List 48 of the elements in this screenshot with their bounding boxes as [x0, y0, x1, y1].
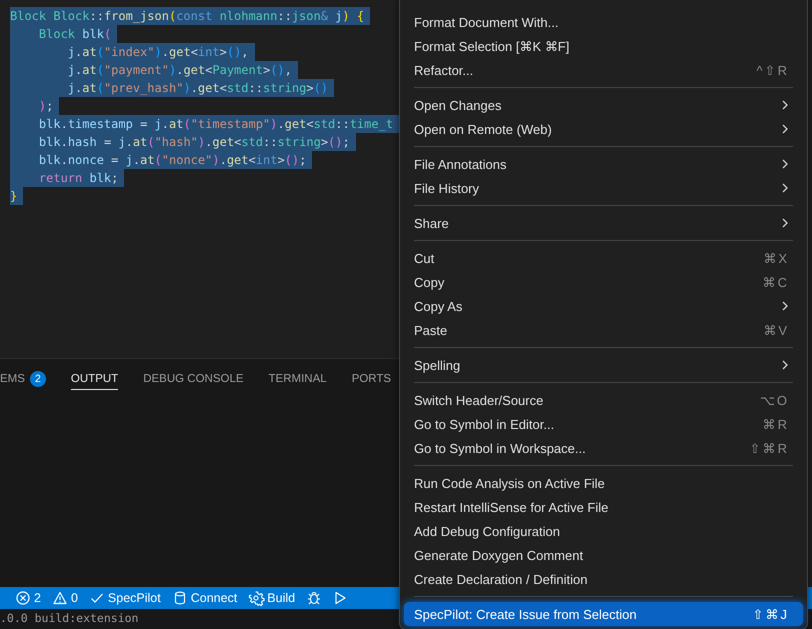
status-item[interactable]: SpecPilot: [108, 591, 161, 605]
status-item[interactable]: Build: [267, 591, 296, 605]
chevron-icon: [781, 217, 789, 229]
panel-tab[interactable]: OUTPUT: [70, 368, 118, 390]
error-icon[interactable]: [16, 591, 30, 605]
panel-tab[interactable]: EMS: [0, 368, 25, 390]
menu-item[interactable]: Cut ⌘X: [404, 246, 803, 270]
panel-tab[interactable]: PORTS: [352, 368, 392, 390]
menu-item[interactable]: Generate Doxygen Comment: [404, 543, 803, 567]
menu-item[interactable]: Go to Symbol in Editor... ⌘R: [404, 412, 803, 436]
menu-item[interactable]: Share: [404, 211, 803, 235]
menu-item[interactable]: Paste ⌘V: [404, 318, 803, 342]
panel-tab[interactable]: DEBUG CONSOLE: [143, 368, 244, 390]
menu-item[interactable]: Copy As: [404, 294, 803, 318]
menu-item[interactable]: Run Code Analysis on Active File: [404, 471, 803, 495]
menu-item[interactable]: File History: [404, 176, 803, 200]
chevron-icon: [781, 300, 789, 312]
play-icon[interactable]: [333, 591, 348, 605]
settings-icon[interactable]: [249, 591, 264, 605]
menu-item[interactable]: Copy ⌘C: [404, 270, 803, 294]
menu-item[interactable]: SpecPilot: Create Issue from Selection ⇧⌘J: [404, 602, 803, 626]
count-badge: 2: [30, 371, 46, 387]
chevron-icon: [781, 158, 789, 170]
status-item[interactable]: Connect: [190, 591, 238, 605]
chevron-icon: [781, 359, 789, 371]
chevron-icon: [781, 123, 789, 135]
menu-item[interactable]: Format Selection [⌘K ⌘F]: [404, 34, 803, 58]
menu-item[interactable]: File Annotations: [404, 152, 803, 176]
menu-item[interactable]: Spelling: [404, 353, 803, 377]
menu-item[interactable]: Restart IntelliSense for Active File: [404, 495, 803, 519]
check-icon[interactable]: [90, 591, 104, 605]
menu-item[interactable]: Go to Symbol in Workspace... ⇧⌘R: [404, 436, 803, 460]
status-item[interactable]: 0: [70, 591, 78, 605]
terminal-line: .0.0 build:extension: [0, 611, 138, 625]
menu-item[interactable]: Switch Header/Source ⌥O: [404, 388, 803, 412]
database-icon[interactable]: [172, 591, 187, 605]
warning-icon[interactable]: [52, 591, 67, 605]
menu-item[interactable]: Refactor... ^⇧R: [404, 58, 803, 82]
menu-item[interactable]: Add Debug Configuration: [404, 519, 803, 543]
menu-item[interactable]: Create Declaration / Definition: [404, 567, 803, 591]
panel-tab[interactable]: TERMINAL: [268, 368, 327, 390]
bug-icon[interactable]: [307, 591, 322, 605]
chevron-icon: [781, 99, 789, 111]
menu-item[interactable]: Open on Remote (Web): [404, 117, 803, 141]
status-item[interactable]: 2: [34, 591, 41, 605]
chevron-icon: [781, 182, 789, 194]
menu-item[interactable]: Open Changes: [404, 93, 803, 117]
menu-item[interactable]: Format Document With...: [404, 10, 803, 34]
